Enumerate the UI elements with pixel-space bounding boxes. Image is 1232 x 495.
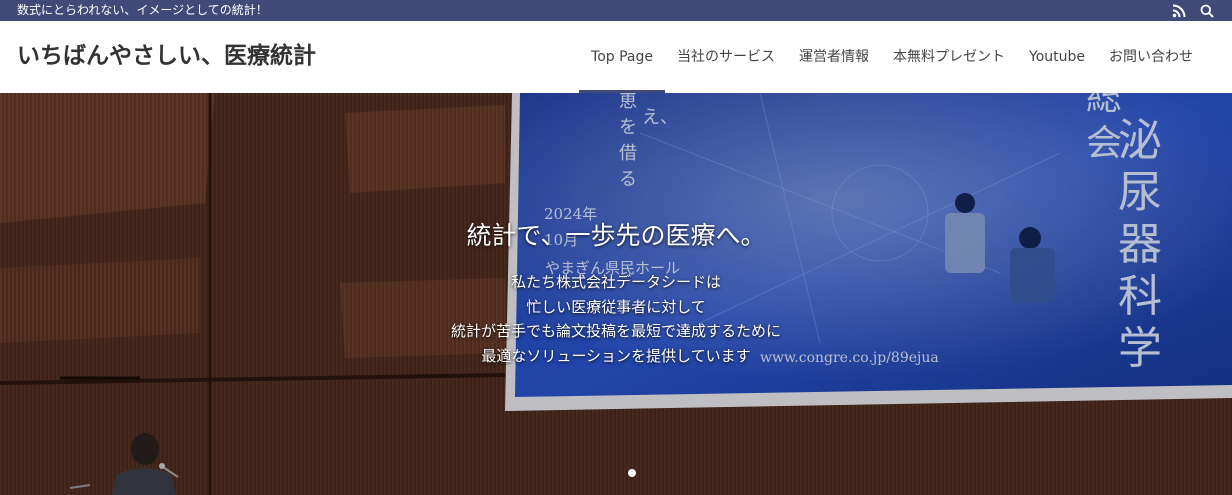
- main-nav: Top Page 当社のサービス 運営者情報 本無料プレゼント Youtube …: [579, 21, 1205, 93]
- nav-item-services[interactable]: 当社のサービス: [665, 21, 787, 93]
- hero-description: 私たち株式会社データシードは 忙しい医療従事者に対して 統計が苦手でも論文投稿を…: [0, 270, 1232, 368]
- hero-line: 統計が苦手でも論文投稿を最短で達成するために: [450, 322, 781, 340]
- top-bar-icons: [1171, 2, 1215, 19]
- slider-dot[interactable]: [628, 469, 636, 477]
- nav-item-youtube[interactable]: Youtube: [1017, 21, 1097, 93]
- nav-item-about[interactable]: 運営者情報: [787, 21, 881, 93]
- hero-heading: 統計で、一歩先の医療へ。: [466, 221, 766, 250]
- hero-line: 忙しい医療従事者に対して: [526, 297, 706, 316]
- nav-item-free-book[interactable]: 本無料プレゼント: [881, 21, 1017, 93]
- site-title[interactable]: いちばんやさしい、医療統計: [17, 41, 316, 71]
- rss-icon[interactable]: [1171, 3, 1187, 19]
- site-tagline: 数式にとらわれない、イメージとしての統計！: [17, 3, 268, 17]
- site-header: いちばんやさしい、医療統計 Top Page 当社のサービス 運営者情報 本無料…: [0, 21, 1232, 93]
- nav-item-contact[interactable]: お問い合わせ: [1097, 21, 1205, 93]
- hero-slider: 泌 尿 器 科 学 会 総 会 え、 恵 を 借 る 2024年 10月 やまぎ…: [0, 93, 1232, 495]
- hero-line: 私たち株式会社データシードは: [510, 273, 721, 291]
- top-bar: 数式にとらわれない、イメージとしての統計！: [0, 0, 1232, 21]
- slider-pagination: [628, 469, 636, 477]
- hero-content: 統計で、一歩先の医療へ。 私たち株式会社データシードは 忙しい医療従事者に対して…: [0, 93, 1232, 495]
- hero-line: 最適なソリューションを提供しています: [481, 346, 751, 365]
- search-icon[interactable]: [1199, 3, 1215, 19]
- nav-item-top-page[interactable]: Top Page: [579, 21, 665, 93]
